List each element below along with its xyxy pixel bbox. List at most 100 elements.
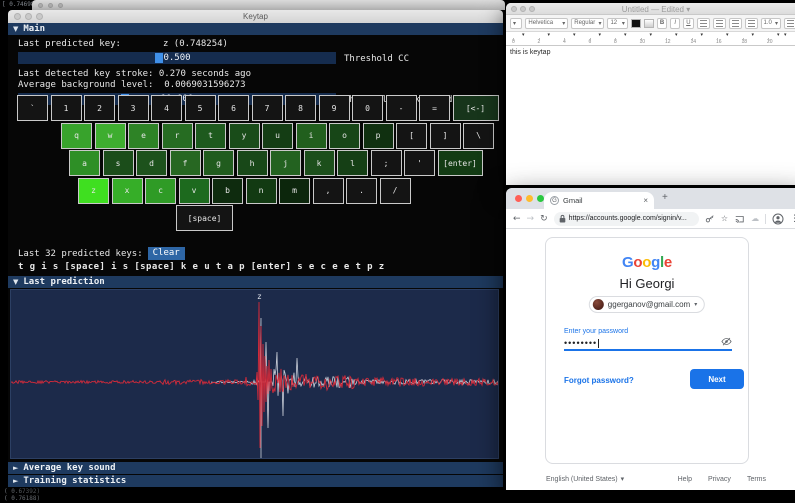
key-'[interactable]: ' — [404, 150, 435, 176]
font-size-dropdown[interactable]: 12▾ — [607, 18, 627, 29]
forgot-password-link[interactable]: Forgot password? — [564, 376, 634, 385]
key-[[interactable]: [ — [396, 123, 427, 149]
key-1[interactable]: 1 — [51, 95, 82, 121]
zoom-button[interactable] — [537, 195, 544, 202]
key-r[interactable]: r — [162, 123, 193, 149]
bold-button[interactable]: B — [657, 18, 667, 29]
right-margin-icon[interactable]: ▾ — [784, 32, 787, 38]
minimize-button[interactable] — [526, 195, 533, 202]
tab-stop-icon[interactable]: ▾ — [777, 32, 780, 38]
key-t[interactable]: t — [195, 123, 226, 149]
key-k[interactable]: k — [304, 150, 335, 176]
align-left-button[interactable] — [697, 18, 710, 29]
footer-link-help[interactable]: Help — [678, 476, 692, 483]
next-button[interactable]: Next — [690, 369, 744, 389]
key-s[interactable]: s — [103, 150, 134, 176]
key-o[interactable]: o — [329, 123, 360, 149]
key-e[interactable]: e — [128, 123, 159, 149]
tab-gmail[interactable]: G Gmail × — [544, 192, 654, 209]
tab-stop-icon[interactable]: ▾ — [548, 32, 551, 38]
key-.[interactable]: . — [346, 178, 377, 204]
key-[<-][interactable]: [<-] — [453, 95, 499, 121]
slider-grab[interactable] — [155, 53, 163, 63]
key-x[interactable]: x — [112, 178, 143, 204]
show-password-icon[interactable] — [721, 334, 732, 352]
key-v[interactable]: v — [179, 178, 210, 204]
key-3[interactable]: 3 — [118, 95, 149, 121]
styles-dropdown[interactable]: ▾ — [510, 18, 522, 29]
textedit-titlebar[interactable]: Untitled — Edited ▾ — [506, 3, 795, 15]
menu-dots-icon[interactable]: ⋮ — [790, 214, 795, 224]
key-y[interactable]: y — [229, 123, 260, 149]
key-`[interactable]: ` — [17, 95, 48, 121]
section-average-key-sound[interactable]: ► Average key sound — [8, 462, 503, 474]
key-;[interactable]: ; — [371, 150, 402, 176]
key-/[interactable]: / — [380, 178, 411, 204]
text-color-well[interactable] — [631, 19, 641, 28]
clear-button[interactable]: Clear — [148, 247, 185, 260]
key-6[interactable]: 6 — [218, 95, 249, 121]
key-h[interactable]: h — [237, 150, 268, 176]
key-9[interactable]: 9 — [319, 95, 350, 121]
ruler[interactable]: 0▾2▾4▾6▾8▾10▾12▾14▾16▾18▾20▾▾ — [506, 32, 795, 46]
list-style-dropdown[interactable]: ▾ — [784, 18, 795, 29]
profile-avatar-icon[interactable] — [772, 213, 784, 225]
footer-link-terms[interactable]: Terms — [747, 476, 766, 483]
key-5[interactable]: 5 — [185, 95, 216, 121]
key-0[interactable]: 0 — [352, 95, 383, 121]
address-bar[interactable]: https://accounts.google.com/signin/v... — [554, 212, 699, 226]
section-training-statistics[interactable]: ► Training statistics — [8, 475, 503, 487]
key-g[interactable]: g — [203, 150, 234, 176]
reload-icon[interactable]: ↻ — [540, 214, 548, 224]
key-c[interactable]: c — [145, 178, 176, 204]
line-spacing-dropdown[interactable]: 1.0▾ — [761, 18, 781, 29]
font-family-dropdown[interactable]: Helvetica▾ — [525, 18, 568, 29]
align-center-button[interactable] — [713, 18, 726, 29]
new-tab-button[interactable]: + — [662, 192, 668, 203]
key-[space][interactable]: [space] — [176, 205, 233, 231]
key-=[interactable]: = — [419, 95, 450, 121]
background-color-well[interactable] — [644, 19, 654, 28]
key-a[interactable]: a — [69, 150, 100, 176]
key-u[interactable]: u — [262, 123, 293, 149]
key-b[interactable]: b — [212, 178, 243, 204]
key-4[interactable]: 4 — [151, 95, 182, 121]
key-m[interactable]: m — [279, 178, 310, 204]
key-2[interactable]: 2 — [84, 95, 115, 121]
tab-stop-icon[interactable]: ▾ — [701, 32, 704, 38]
document-text[interactable]: this is keytap — [506, 46, 795, 59]
bookmark-star-icon[interactable]: ☆ — [721, 214, 728, 223]
section-main[interactable]: ▼ Main — [8, 23, 503, 35]
threshold-cc-slider[interactable]: 0.500 — [18, 52, 336, 64]
key-i[interactable]: i — [296, 123, 327, 149]
tab-stop-icon[interactable]: ▾ — [726, 32, 729, 38]
tab-stop-icon[interactable]: ▾ — [752, 32, 755, 38]
language-selector[interactable]: English (United States) ▾ — [546, 475, 624, 483]
password-key-icon[interactable] — [705, 214, 715, 224]
key-\[interactable]: \ — [463, 123, 494, 149]
close-button[interactable] — [515, 195, 522, 202]
tab-stop-icon[interactable]: ▾ — [522, 32, 525, 38]
key-l[interactable]: l — [337, 150, 368, 176]
tab-stop-icon[interactable]: ▾ — [624, 32, 627, 38]
tab-stop-icon[interactable]: ▾ — [599, 32, 602, 38]
tab-stop-icon[interactable]: ▾ — [573, 32, 576, 38]
key-[enter][interactable]: [enter] — [438, 150, 483, 176]
account-chip[interactable]: ggerganov@gmail.com ▾ — [589, 296, 705, 313]
cloud-extension-icon[interactable]: ☁ — [751, 214, 759, 223]
back-icon[interactable]: ← — [513, 214, 521, 224]
italic-button[interactable]: I — [670, 18, 680, 29]
password-field[interactable]: •••••••• — [564, 337, 732, 351]
key-n[interactable]: n — [246, 178, 277, 204]
align-justify-button[interactable] — [729, 18, 742, 29]
tab-stop-icon[interactable]: ▾ — [675, 32, 678, 38]
key-w[interactable]: w — [95, 123, 126, 149]
typeface-dropdown[interactable]: Regular▾ — [571, 18, 604, 29]
align-right-button[interactable] — [745, 18, 758, 29]
key-q[interactable]: q — [61, 123, 92, 149]
footer-link-privacy[interactable]: Privacy — [708, 476, 731, 483]
key-][interactable]: ] — [430, 123, 461, 149]
tab-stop-icon[interactable]: ▾ — [650, 32, 653, 38]
underline-button[interactable]: U — [683, 18, 693, 29]
tab-close-icon[interactable]: × — [643, 196, 648, 205]
